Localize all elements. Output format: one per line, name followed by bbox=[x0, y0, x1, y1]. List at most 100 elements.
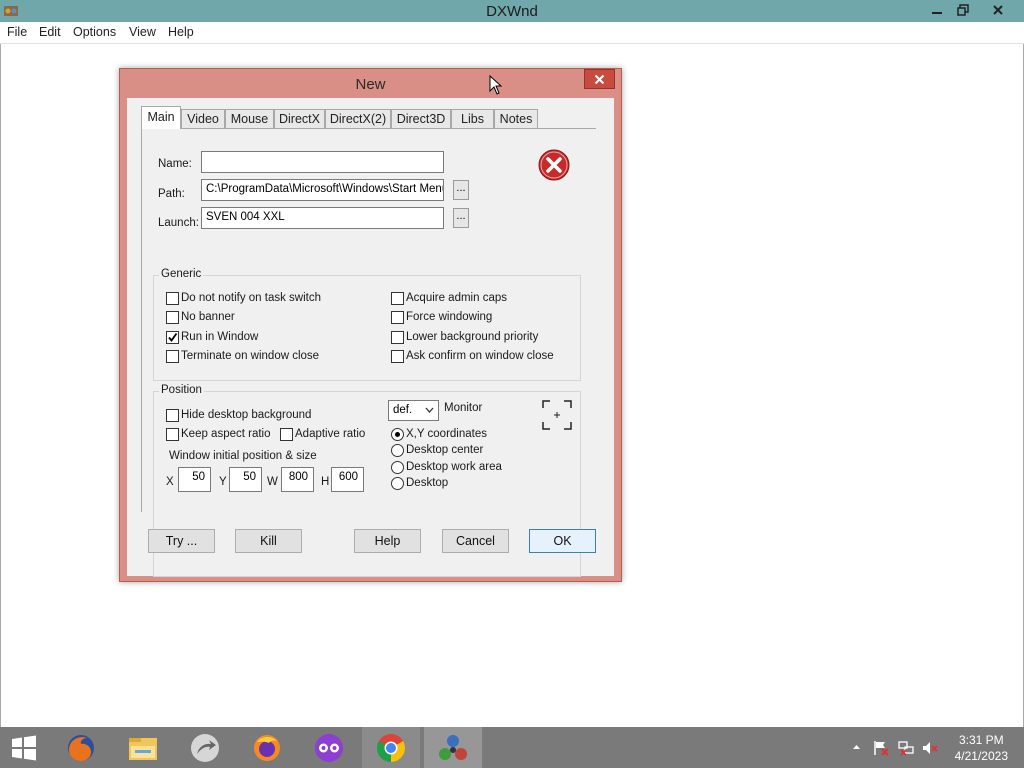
adaptive-ratio-label: Adaptive ratio bbox=[295, 428, 366, 440]
cancel-button[interactable]: Cancel bbox=[442, 529, 509, 553]
restore-button[interactable] bbox=[949, 0, 977, 20]
help-button[interactable]: Help bbox=[354, 529, 421, 553]
monitor-select[interactable]: def. bbox=[388, 400, 439, 421]
checkbox-run-in-window[interactable] bbox=[166, 331, 179, 344]
show-hidden-icons[interactable] bbox=[852, 739, 861, 753]
window-title: DXWnd bbox=[486, 3, 538, 20]
menu-options[interactable]: Options bbox=[73, 25, 116, 39]
checkbox-adaptive-ratio[interactable] bbox=[280, 428, 293, 441]
mouse-cursor-icon bbox=[489, 75, 503, 95]
checkbox-no-banner[interactable] bbox=[166, 311, 179, 324]
force-windowing-label: Force windowing bbox=[406, 311, 493, 323]
checkbox-force-windowing[interactable] bbox=[391, 311, 404, 324]
name-label: Name: bbox=[158, 158, 192, 170]
x-field[interactable]: 50 bbox=[178, 467, 211, 492]
ask-confirm-label: Ask confirm on window close bbox=[406, 350, 554, 362]
minimize-icon bbox=[932, 12, 942, 14]
generic-group bbox=[153, 275, 581, 381]
dialog-close-button[interactable] bbox=[584, 69, 615, 89]
w-field[interactable]: 800 bbox=[281, 467, 314, 492]
taskbar-chrome[interactable] bbox=[362, 727, 420, 768]
taskbar: 3:31 PM 4/21/2023 bbox=[0, 727, 1024, 768]
monitor-label: Monitor bbox=[444, 402, 483, 414]
path-field[interactable]: C:\ProgramData\Microsoft\Windows\Start M… bbox=[201, 179, 444, 201]
restore-icon bbox=[957, 4, 969, 16]
checkbox-ask-confirm[interactable] bbox=[391, 350, 404, 363]
path-label: Path: bbox=[158, 188, 185, 200]
tab-directx2[interactable]: DirectX(2) bbox=[325, 109, 391, 128]
tab-notes[interactable]: Notes bbox=[494, 109, 538, 128]
tab-video[interactable]: Video bbox=[181, 109, 225, 128]
generic-group-title: Generic bbox=[159, 268, 204, 280]
launch-field[interactable]: SVEN 004 XXL bbox=[201, 207, 444, 229]
taskbar-firefox[interactable] bbox=[238, 727, 296, 768]
checkbox-acquire-admin[interactable] bbox=[391, 292, 404, 305]
taskbar-mask-app[interactable] bbox=[300, 727, 358, 768]
tab-mouse[interactable]: Mouse bbox=[225, 109, 274, 128]
checkbox-hide-desktop[interactable] bbox=[166, 409, 179, 422]
tab-directx[interactable]: DirectX bbox=[274, 109, 325, 128]
checkbox-lower-priority[interactable] bbox=[391, 331, 404, 344]
main-titlebar: DXWnd bbox=[0, 0, 1024, 22]
checkbox-keep-aspect[interactable] bbox=[166, 428, 179, 441]
kill-button[interactable]: Kill bbox=[235, 529, 302, 553]
name-field[interactable] bbox=[201, 151, 444, 173]
browse-path-button[interactable]: ... bbox=[453, 180, 469, 200]
taskbar-file-explorer[interactable] bbox=[114, 727, 172, 768]
h-field[interactable]: 600 bbox=[331, 467, 364, 492]
menu-file[interactable]: File bbox=[7, 25, 27, 39]
x-label: X bbox=[166, 476, 174, 488]
desktop-work-area-label: Desktop work area bbox=[406, 461, 502, 473]
chrome-icon bbox=[377, 733, 405, 762]
radio-desktop-center[interactable] bbox=[391, 444, 404, 457]
launch-label: Launch: bbox=[158, 217, 199, 229]
initial-position-label: Window initial position & size bbox=[169, 450, 317, 462]
taskbar-firefox-orange[interactable] bbox=[52, 727, 110, 768]
radio-desktop-work-area[interactable] bbox=[391, 461, 404, 474]
menu-help[interactable]: Help bbox=[168, 25, 194, 39]
radio-xy-coordinates[interactable] bbox=[391, 428, 404, 441]
start-button[interactable] bbox=[0, 727, 48, 768]
try-button[interactable]: Try ... bbox=[148, 529, 215, 553]
taskbar-dxwnd[interactable] bbox=[424, 727, 482, 768]
tab-main[interactable]: Main bbox=[141, 106, 181, 129]
checkbox-terminate-on-close[interactable] bbox=[166, 350, 179, 363]
screen-crosshair-icon bbox=[542, 400, 572, 430]
speaker-muted-icon bbox=[923, 742, 938, 754]
radio-desktop[interactable] bbox=[391, 477, 404, 490]
tab-libs[interactable]: Libs bbox=[451, 109, 494, 128]
close-icon bbox=[594, 74, 605, 84]
do-not-notify-label: Do not notify on task switch bbox=[181, 292, 321, 304]
volume-tray[interactable] bbox=[922, 740, 938, 759]
chevron-up-icon bbox=[853, 745, 860, 749]
minimize-button[interactable] bbox=[923, 0, 951, 20]
close-window-button[interactable] bbox=[984, 0, 1012, 20]
new-dialog: New Main Video Mouse DirectX DirectX(2) … bbox=[119, 68, 622, 582]
error-icon bbox=[538, 149, 570, 181]
checkbox-do-not-notify[interactable] bbox=[166, 292, 179, 305]
firefox-new-icon bbox=[254, 734, 280, 761]
desktop-center-label: Desktop center bbox=[406, 444, 484, 456]
run-in-window-label: Run in Window bbox=[181, 331, 259, 343]
terminate-on-close-label: Terminate on window close bbox=[181, 350, 320, 362]
w-label: W bbox=[267, 476, 278, 488]
position-group-title: Position bbox=[159, 384, 204, 396]
action-center-tray[interactable] bbox=[873, 740, 889, 759]
menu-edit[interactable]: Edit bbox=[39, 25, 61, 39]
flag-icon bbox=[874, 741, 889, 756]
dialog-client-area: Main Video Mouse DirectX DirectX(2) Dire… bbox=[127, 98, 614, 577]
tab-direct3d[interactable]: Direct3D bbox=[391, 109, 451, 128]
taskbar-arrow-app[interactable] bbox=[176, 727, 234, 768]
h-label: H bbox=[321, 476, 330, 488]
menu-view[interactable]: View bbox=[129, 25, 156, 39]
dialog-title: New bbox=[355, 76, 386, 93]
no-banner-label: No banner bbox=[181, 311, 235, 323]
y-field[interactable]: 50 bbox=[229, 467, 262, 492]
browse-launch-button[interactable]: ... bbox=[453, 208, 469, 228]
network-tray[interactable] bbox=[898, 740, 914, 759]
clock-time: 3:31 PM bbox=[958, 733, 1004, 747]
lower-priority-label: Lower background priority bbox=[406, 331, 539, 343]
checkmark-icon bbox=[168, 332, 178, 342]
system-clock[interactable]: 3:31 PM 4/21/2023 bbox=[955, 732, 1008, 764]
ok-button[interactable]: OK bbox=[529, 529, 596, 553]
